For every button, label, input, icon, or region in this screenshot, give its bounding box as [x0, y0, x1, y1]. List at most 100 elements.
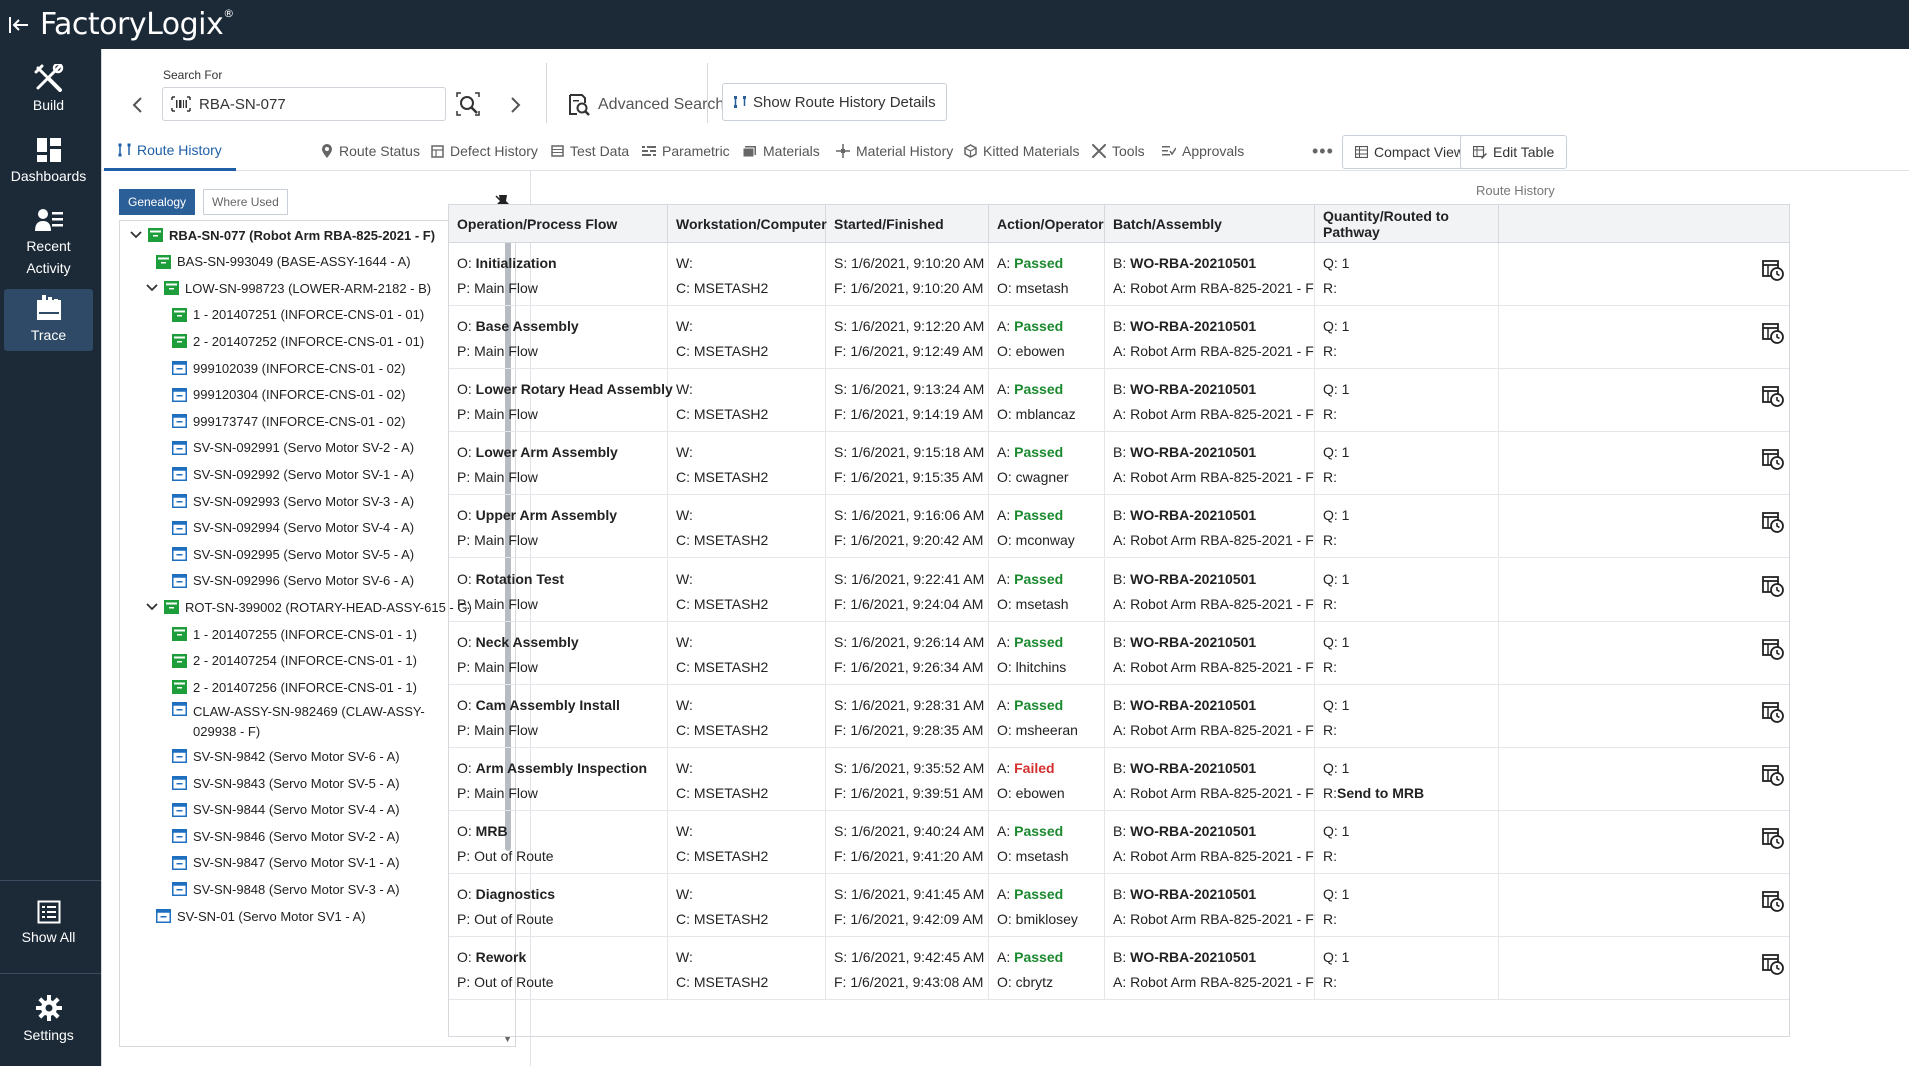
- computer-name: MSETASH2: [693, 343, 769, 360]
- nav-show-all[interactable]: Show All: [4, 894, 93, 954]
- table-cell: S: 1/6/2021, 9:42:45 AM F: 1/6/2021, 9:43…: [826, 937, 989, 1001]
- back-arrow-icon[interactable]: [2, 0, 36, 49]
- finished-time: 1/6/2021, 9:20:42 AM: [850, 532, 984, 549]
- prefix: C:: [676, 280, 694, 296]
- genealogy-toggle[interactable]: Genealogy: [119, 189, 196, 215]
- table-cell: B: WO-RBA-20210501 A: Robot Arm RBA-825-2…: [1105, 621, 1315, 685]
- route-history-detail-icon[interactable]: [1762, 638, 1784, 665]
- prefix: R:: [1323, 974, 1337, 991]
- tab-materials[interactable]: Materials: [743, 131, 820, 171]
- more-tabs-icon[interactable]: •••: [1312, 141, 1334, 162]
- route-history-detail-icon[interactable]: [1762, 448, 1784, 475]
- prefix: A:: [997, 570, 1015, 587]
- search-input[interactable]: RBA-SN-077: [162, 87, 446, 121]
- tree-node[interactable]: LOW-SN-998723 (LOWER-ARM-2182 - B): [144, 276, 500, 300]
- route-history-detail-icon[interactable]: [1762, 827, 1784, 854]
- operation-name: Diagnostics: [475, 886, 556, 902]
- prefix: A:: [1113, 658, 1131, 675]
- advanced-search-icon: [569, 94, 590, 116]
- started-time: 1/6/2021, 9:26:14 AM: [851, 633, 985, 650]
- tab-bar: Route History Route Status Defect Histor…: [102, 131, 1909, 171]
- prefix: Q:: [1323, 822, 1342, 839]
- edit-table-button[interactable]: Edit Table: [1460, 135, 1568, 169]
- route-history-detail-icon[interactable]: [1762, 953, 1784, 980]
- nav-trace[interactable]: Trace: [4, 289, 93, 351]
- tab-approvals[interactable]: Approvals: [1162, 131, 1244, 171]
- table-row[interactable]: O: Neck Assembly P: Main Flow W: C: MSETASH…: [449, 621, 1789, 685]
- table-cell: Q: 1 R:: [1315, 874, 1499, 937]
- prefix: S:: [834, 507, 852, 524]
- table-cell: Q: 1 R:: [1315, 306, 1499, 370]
- table-row[interactable]: O: Lower Arm Assembly P: Main Flow W: C: MS…: [449, 432, 1789, 496]
- route-history-detail-icon[interactable]: [1762, 890, 1784, 917]
- tab-material-history[interactable]: Material History: [836, 131, 953, 171]
- advanced-search-button[interactable]: Advanced Search: [568, 91, 724, 119]
- table-row[interactable]: O: Diagnostics P: Out of Route W: C: MSETAS…: [449, 874, 1789, 937]
- column-header[interactable]: Started/Finished: [826, 205, 989, 243]
- nav-dashboards[interactable]: Dashboards: [4, 129, 93, 195]
- tab-parametric[interactable]: Parametric: [642, 131, 730, 171]
- table-cell: S: 1/6/2021, 9:26:14 AM F: 1/6/2021, 9:26…: [826, 621, 989, 685]
- tab-kitted-materials[interactable]: Kitted Materials: [964, 131, 1079, 171]
- where-used-toggle[interactable]: Where Used: [203, 189, 288, 215]
- prefix: O:: [997, 343, 1016, 360]
- route-history-detail-icon[interactable]: [1762, 764, 1784, 791]
- dashboard-icon: [36, 138, 61, 162]
- route-history-detail-icon[interactable]: [1762, 385, 1784, 412]
- column-header[interactable]: Workstation/Computer: [668, 205, 827, 243]
- show-route-history-details-button[interactable]: Show Route History Details: [722, 83, 947, 121]
- tab-label: Route History: [137, 141, 222, 158]
- search-icon[interactable]: [456, 92, 480, 121]
- table-cell: W: C: MSETASH2: [668, 432, 826, 496]
- nav-label: Show All: [21, 929, 76, 945]
- table-row[interactable]: O: Lower Rotary Head Assembly P: Main Flo…: [449, 369, 1789, 433]
- tree-node[interactable]: RBA-SN-077 (Robot Arm RBA-825-2021 - F): [128, 223, 500, 247]
- route-history-detail-icon[interactable]: [1762, 701, 1784, 728]
- tab-route-status[interactable]: Route Status: [321, 131, 420, 171]
- table-row[interactable]: O: Rework P: Out of Route W: C: MSETASH2 S: …: [449, 937, 1789, 1001]
- table-row[interactable]: O: Rotation Test P: Main Flow W: C: MSETASH…: [449, 558, 1789, 622]
- serialized-part-icon: [164, 600, 179, 615]
- tree-node[interactable]: ROT-SN-399002 (ROTARY-HEAD-ASSY-615 - G): [144, 595, 500, 619]
- chevron-left-icon[interactable]: [131, 96, 143, 120]
- nav-build[interactable]: Build: [4, 57, 93, 123]
- table-row[interactable]: O: MRB P: Out of Route W: C: MSETASH2 S: 1/6…: [449, 810, 1789, 874]
- route-history-detail-icon[interactable]: [1762, 322, 1784, 349]
- compact-view-button[interactable]: Compact View: [1342, 135, 1478, 169]
- assembly-name: Robot Arm RBA-825-2021 - F: [1130, 343, 1314, 360]
- chevron-down-icon[interactable]: [144, 284, 160, 292]
- column-header[interactable]: Batch/Assembly: [1105, 205, 1315, 243]
- finished-time: 1/6/2021, 9:14:19 AM: [850, 406, 984, 423]
- chevron-right-icon[interactable]: [510, 96, 522, 120]
- tab-defect-history[interactable]: Defect History: [431, 131, 538, 171]
- tab-route-history[interactable]: Route History: [104, 131, 236, 171]
- table-row[interactable]: O: Base Assembly P: Main Flow W: C: MSETASH…: [449, 306, 1789, 370]
- table-cell: O: Lower Arm Assembly P: Main Flow: [449, 432, 668, 496]
- finished-time: 1/6/2021, 9:15:35 AM: [850, 469, 984, 486]
- chevron-down-icon[interactable]: [144, 603, 160, 611]
- table-row[interactable]: O: Cam Assembly Install P: Main Flow W: C: …: [449, 684, 1789, 748]
- table-row[interactable]: O: Upper Arm Assembly P: Main Flow W: C: MS…: [449, 495, 1789, 559]
- main-content: Search For RBA-SN-077 Advanced Search Sh…: [101, 49, 1909, 1066]
- nav-settings[interactable]: Settings: [4, 989, 93, 1051]
- table-row[interactable]: O: Arm Assembly Inspection P: Main Flow W:…: [449, 747, 1789, 811]
- route-history-detail-icon[interactable]: [1762, 511, 1784, 538]
- prefix: A:: [1113, 974, 1131, 991]
- prefix: A:: [997, 255, 1015, 271]
- tree-mode-toggle: Genealogy Where Used: [119, 189, 288, 215]
- column-header[interactable]: Operation/Process Flow: [449, 205, 668, 243]
- table-row[interactable]: O: Initialization P: Main Flow W: C: MSETAS…: [449, 243, 1789, 306]
- chevron-down-icon[interactable]: [128, 231, 144, 239]
- route-history-detail-icon[interactable]: [1762, 259, 1784, 286]
- column-header[interactable]: Action/Operator: [989, 205, 1105, 243]
- column-header[interactable]: Quantity/Routed to Pathway: [1315, 205, 1499, 243]
- prefix: Q:: [1323, 696, 1342, 713]
- serialized-part-icon: [156, 254, 171, 269]
- process-flow: Out of Route: [474, 911, 554, 927]
- top-bar: FactoryLogix®: [0, 0, 1909, 49]
- route-history-detail-icon[interactable]: [1762, 575, 1784, 602]
- tab-tools[interactable]: Tools: [1092, 131, 1145, 171]
- tab-test-data[interactable]: Test Data: [551, 131, 629, 171]
- finished-time: 1/6/2021, 9:12:49 AM: [850, 343, 984, 360]
- nav-recent-activity[interactable]: Recent Activity: [4, 201, 93, 285]
